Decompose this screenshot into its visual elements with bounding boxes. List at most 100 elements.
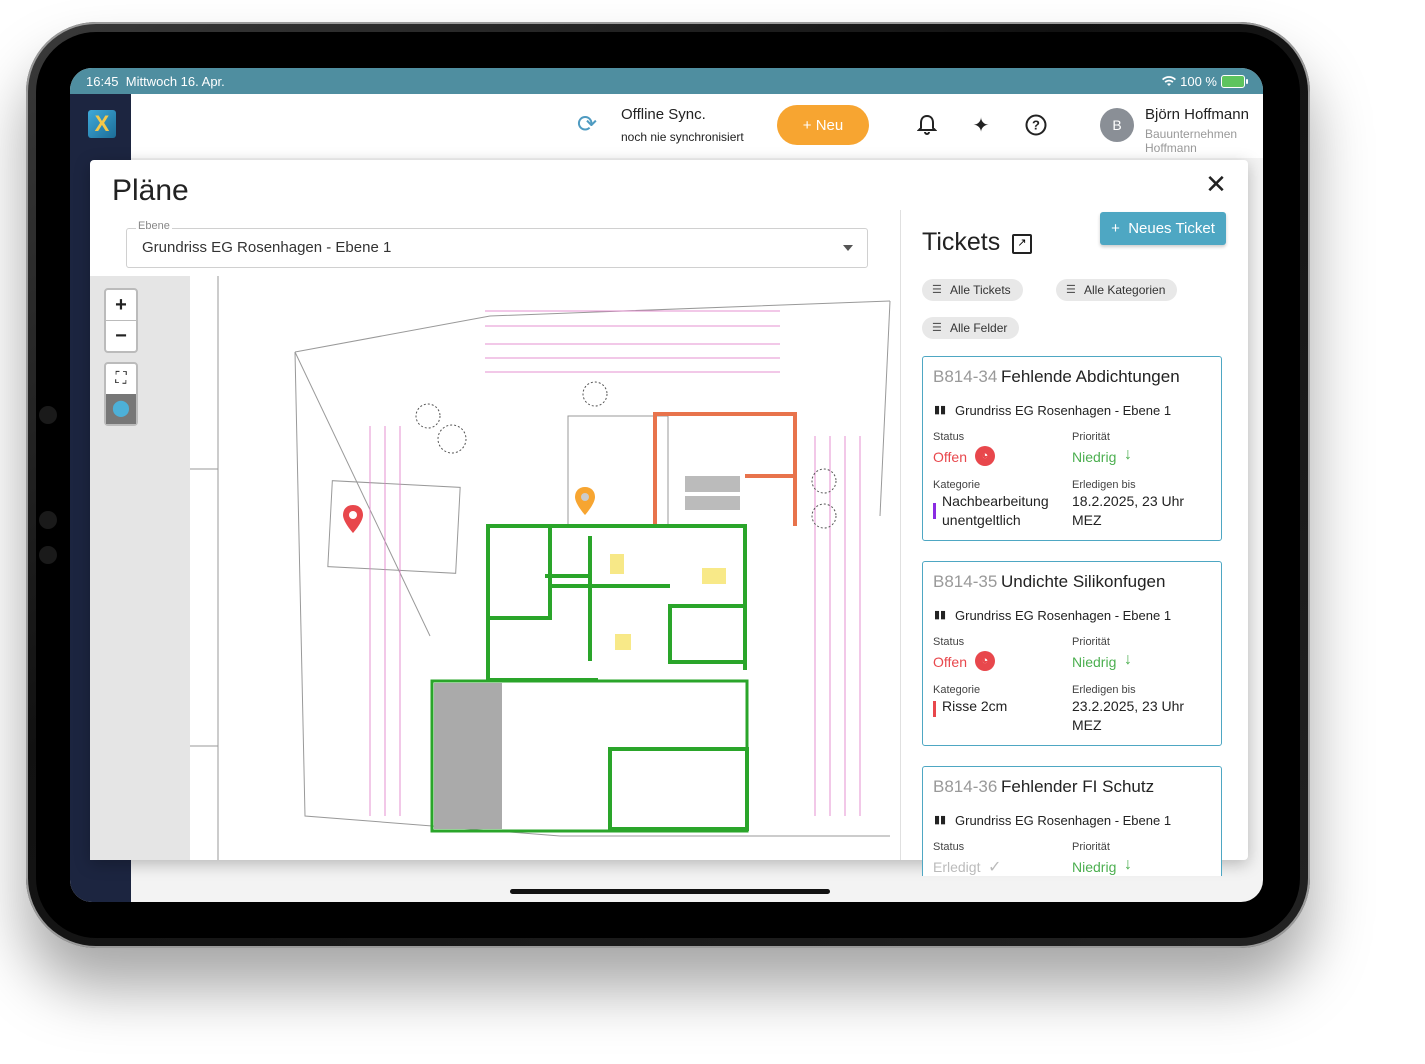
priority-label: Priorität xyxy=(1072,841,1110,853)
user-name[interactable]: Björn Hoffmann xyxy=(1145,106,1249,123)
ticket-number: B814-35 xyxy=(933,572,998,591)
plus-icon: + xyxy=(1111,220,1120,237)
status-label: Status xyxy=(933,841,965,853)
ticket-card[interactable]: B814-35 Undichte Silikonfugen ▮▮ Grundri… xyxy=(922,561,1222,746)
category-label: Kategorie xyxy=(933,479,981,491)
ticket-due-tz: MEZ xyxy=(1072,717,1102,733)
ticket-priority: Niedrig xyxy=(1072,859,1117,875)
sparkles-icon[interactable]: ✦ xyxy=(969,114,993,138)
map-icon: ▮▮ xyxy=(934,609,947,621)
category-label: Kategorie xyxy=(933,684,981,696)
status-time: 16:45 xyxy=(86,74,119,89)
due-label: Erledigen bis xyxy=(1072,479,1136,491)
plans-dialog: Pläne ✕ Ebene Grundriss EG Rosenhagen - … xyxy=(90,160,1248,876)
help-icon[interactable]: ? xyxy=(1024,114,1048,138)
priority-label: Priorität xyxy=(1072,636,1110,648)
sync-title[interactable]: Offline Sync. xyxy=(621,106,706,123)
status-label: Status xyxy=(933,636,965,648)
sync-status: noch nie synchronisiert xyxy=(621,130,744,144)
battery-charging-icon xyxy=(1221,75,1248,88)
ticket-title: Fehlende Abdichtungen xyxy=(1001,367,1180,386)
ticket-priority: Niedrig xyxy=(1072,654,1117,670)
bell-icon[interactable] xyxy=(915,114,939,138)
ticket-due: 18.2.2025, 23 Uhr xyxy=(1072,493,1185,509)
filter-label: Alle Felder xyxy=(950,321,1008,335)
map-pin-icon[interactable] xyxy=(574,486,596,516)
map-pin-tool-icon[interactable]: ⬤ xyxy=(106,394,136,424)
floor-plan-map[interactable]: + − ⛶ ⬤ xyxy=(90,276,900,860)
chevron-down-icon xyxy=(843,245,853,251)
ticket-due: 23.2.2025, 23 Uhr xyxy=(1072,698,1185,714)
new-ticket-label: Neues Ticket xyxy=(1128,220,1215,237)
status-label: Status xyxy=(933,431,965,443)
ebene-value: Grundriss EG Rosenhagen - Ebene 1 xyxy=(142,239,392,256)
ticket-category: Nachbearbeitung xyxy=(942,493,1049,509)
arrow-down-icon: ↓ xyxy=(1124,856,1132,873)
floor-plan-drawing xyxy=(190,276,891,860)
screen: 16:45 Mittwoch 16. Apr. 100 % X ⟳ Offlin… xyxy=(70,68,1263,902)
battery-percent: 100 % xyxy=(1180,74,1217,89)
filter-icon: ☰ xyxy=(1066,284,1076,296)
camera-sensor xyxy=(39,406,57,424)
app-header: ⟳ Offline Sync. noch nie synchronisiert … xyxy=(131,94,1263,158)
home-indicator[interactable] xyxy=(510,889,830,894)
check-icon: ✓ xyxy=(988,859,1002,876)
panel-divider xyxy=(900,210,901,860)
user-company: Bauunternehmen Hoffmann xyxy=(1145,127,1238,155)
camera-sensor xyxy=(39,511,57,529)
sync-icon[interactable]: ⟳ xyxy=(577,113,601,137)
plus-icon: + xyxy=(802,116,812,134)
ticket-number: B814-36 xyxy=(933,777,998,796)
ticket-number: B814-34 xyxy=(933,367,998,386)
ticket-plan: Grundriss EG Rosenhagen - Ebene 1 xyxy=(955,813,1172,828)
arrow-down-icon: ↓ xyxy=(1124,446,1132,463)
external-link-icon[interactable]: ↗ xyxy=(1012,234,1032,254)
ticket-priority: Niedrig xyxy=(1072,449,1117,465)
category-color xyxy=(933,503,936,519)
category-color xyxy=(933,701,936,717)
zoom-in-button[interactable]: + xyxy=(106,290,136,320)
map-icon: ▮▮ xyxy=(934,814,947,826)
fit-bounds-icon[interactable]: ⛶ xyxy=(106,364,136,394)
ticket-category-2: unentgeltlich xyxy=(942,512,1021,528)
filter-icon: ☰ xyxy=(932,322,942,334)
new-button-label: Neu xyxy=(815,116,844,134)
clock-icon: ◔ xyxy=(975,446,995,466)
avatar[interactable]: B xyxy=(1100,108,1134,142)
ticket-plan: Grundriss EG Rosenhagen - Ebene 1 xyxy=(955,608,1172,623)
filter-label: Alle Kategorien xyxy=(1084,283,1166,297)
clock-icon: ◔ xyxy=(975,651,995,671)
ticket-due-tz: MEZ xyxy=(1072,512,1102,528)
ticket-status: Offen xyxy=(933,654,967,670)
ticket-category: Risse 2cm xyxy=(942,698,1008,714)
ticket-status: Erledigt xyxy=(933,859,981,875)
app-logo[interactable]: X xyxy=(88,110,116,138)
zoom-out-button[interactable]: − xyxy=(106,321,136,351)
filter-chip-felder[interactable]: ☰ Alle Felder xyxy=(922,317,1020,339)
ticket-plan: Grundriss EG Rosenhagen - Ebene 1 xyxy=(955,403,1172,418)
svg-text:?: ? xyxy=(1032,118,1040,133)
ticket-card[interactable]: B814-36 Fehlender FI Schutz ▮▮ Grundriss… xyxy=(922,766,1222,876)
close-icon[interactable]: ✕ xyxy=(1202,170,1230,198)
due-label: Erledigen bis xyxy=(1072,684,1136,696)
ticket-title: Fehlender FI Schutz xyxy=(1001,777,1155,796)
dialog-title: Pläne xyxy=(112,174,189,207)
priority-label: Priorität xyxy=(1072,431,1110,443)
ticket-status: Offen xyxy=(933,449,967,465)
map-pin-icon[interactable] xyxy=(342,504,364,534)
camera-sensor xyxy=(39,546,57,564)
ebene-label: Ebene xyxy=(136,220,172,232)
ebene-select[interactable]: Grundriss EG Rosenhagen - Ebene 1 xyxy=(126,228,868,268)
map-tools: ⛶ ⬤ xyxy=(104,362,138,426)
new-button[interactable]: + Neu xyxy=(777,105,869,145)
filter-icon: ☰ xyxy=(932,284,942,296)
filter-chip-tickets[interactable]: ☰ Alle Tickets xyxy=(922,279,1023,301)
new-ticket-button[interactable]: + Neues Ticket xyxy=(1100,212,1226,245)
ticket-card[interactable]: B814-34 Fehlende Abdichtungen ▮▮ Grundri… xyxy=(922,356,1222,541)
status-date: Mittwoch 16. Apr. xyxy=(125,74,225,89)
zoom-controls: + − xyxy=(104,288,138,353)
arrow-down-icon: ↓ xyxy=(1124,651,1132,668)
ticket-list: B814-34 Fehlende Abdichtungen ▮▮ Grundri… xyxy=(922,356,1224,876)
ticket-title: Undichte Silikonfugen xyxy=(1001,572,1166,591)
filter-chip-kategorien[interactable]: ☰ Alle Kategorien xyxy=(1056,279,1178,301)
